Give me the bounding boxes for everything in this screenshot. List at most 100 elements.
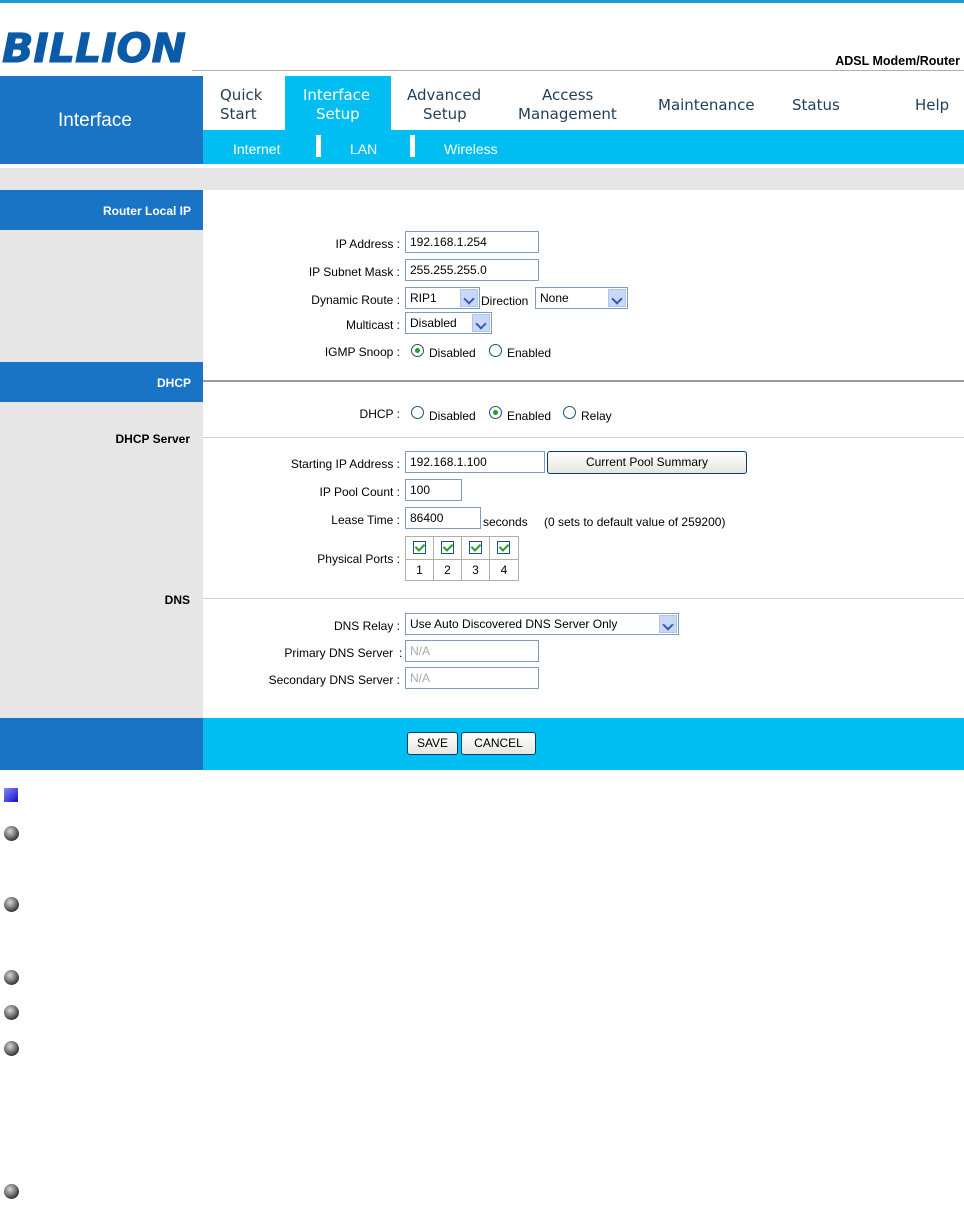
subnet-mask-label: IP Subnet Mask :: [308, 265, 400, 279]
port-3-checkbox[interactable]: [469, 541, 482, 554]
footer-left-panel: [0, 718, 203, 770]
dhcp-enabled-label: Enabled: [507, 409, 552, 423]
port-checkbox-cell: [434, 537, 462, 559]
bullet-icon: [4, 1184, 19, 1199]
port-number: 4: [490, 559, 518, 581]
starting-ip-label: Starting IP Address :: [290, 457, 400, 471]
port-checkbox-cell: [462, 537, 490, 559]
dhcp-disabled-label: Disabled: [429, 409, 476, 423]
tab-label: Quick: [220, 86, 263, 104]
igmp-enabled-label: Enabled: [507, 346, 552, 360]
subtab-lan[interactable]: LAN: [350, 141, 377, 157]
bullet-icon: [4, 826, 19, 841]
igmp-enabled-radio[interactable]: [489, 344, 502, 357]
secondary-dns-label: Secondary DNS Server :: [268, 673, 400, 687]
igmp-disabled-radio[interactable]: [411, 344, 424, 357]
save-button[interactable]: SAVE: [407, 732, 458, 755]
chevron-down-icon: [659, 615, 677, 633]
multicast-value: Disabled: [410, 316, 457, 330]
cancel-button[interactable]: CANCEL: [461, 732, 536, 755]
section-dhcp-server: DHCP Server: [115, 432, 190, 446]
tab-quick-start[interactable]: Quick Start: [203, 76, 281, 130]
tab-maintenance[interactable]: Maintenance: [652, 76, 772, 130]
top-accent-line: [0, 0, 964, 3]
tab-status[interactable]: Status: [785, 76, 855, 130]
dhcp-server-divider: [203, 437, 964, 438]
tab-advanced-setup[interactable]: Advanced Setup: [398, 76, 502, 130]
port-number: 2: [434, 559, 462, 581]
lease-time-label: Lease Time :: [331, 513, 400, 527]
igmp-disabled-label: Disabled: [429, 346, 476, 360]
direction-select[interactable]: None: [535, 287, 628, 309]
secondary-dns-input[interactable]: N/A: [405, 667, 539, 689]
tab-label: Start: [220, 105, 257, 123]
footer-action-bar: [203, 718, 964, 770]
dns-relay-select[interactable]: Use Auto Discovered DNS Server Only: [405, 613, 679, 635]
lease-time-note: (0 sets to default value of 259200): [544, 515, 726, 529]
port-number: 1: [406, 559, 434, 581]
tab-interface-setup[interactable]: Interface Setup: [285, 76, 391, 130]
current-pool-summary-button[interactable]: Current Pool Summary: [547, 451, 747, 474]
tab-label: Maintenance: [658, 96, 755, 114]
billion-logo: BILLION: [2, 26, 187, 69]
physical-ports-grid: 1 2 3 4: [405, 536, 519, 581]
tab-label: Status: [792, 96, 840, 114]
bullet-icon: [4, 897, 19, 912]
dns-relay-label: DNS Relay :: [333, 619, 400, 633]
dhcp-disabled-radio[interactable]: [411, 406, 424, 419]
multicast-label: Multicast :: [345, 318, 400, 332]
multicast-select[interactable]: Disabled: [405, 312, 492, 334]
tab-label: Interface: [303, 86, 371, 104]
starting-ip-input[interactable]: 192.168.1.100: [405, 451, 545, 473]
tab-label: Advanced: [407, 86, 482, 104]
dhcp-mode-label: DHCP :: [359, 407, 400, 421]
subnet-mask-input[interactable]: 255.255.255.0: [405, 259, 539, 281]
port-checkbox-cell: [406, 537, 434, 559]
nav-section-title: Interface: [58, 110, 132, 131]
dns-relay-value: Use Auto Discovered DNS Server Only: [410, 617, 618, 631]
bullet-icon: [4, 1041, 19, 1056]
lease-time-input[interactable]: 86400: [405, 507, 481, 529]
dns-divider: [203, 598, 964, 599]
dhcp-relay-radio[interactable]: [563, 406, 576, 419]
dhcp-enabled-radio[interactable]: [489, 406, 502, 419]
port-4-checkbox[interactable]: [497, 541, 510, 554]
chevron-down-icon: [608, 289, 626, 307]
dynamic-route-select[interactable]: RIP1: [405, 287, 480, 309]
port-number: 3: [462, 559, 490, 581]
subtab-separator: [410, 135, 415, 157]
primary-dns-input[interactable]: N/A: [405, 640, 539, 662]
chevron-down-icon: [472, 314, 490, 332]
port-2-checkbox[interactable]: [441, 541, 454, 554]
subtab-wireless[interactable]: Wireless: [444, 141, 498, 157]
dhcp-divider: [203, 380, 964, 382]
pool-count-label: IP Pool Count :: [319, 485, 401, 499]
bullet-icon: [4, 1005, 19, 1020]
port-1-checkbox[interactable]: [413, 541, 426, 554]
primary-dns-colon: :: [399, 646, 403, 660]
lease-time-unit: seconds: [483, 515, 528, 529]
dynamic-route-label: Dynamic Route :: [311, 293, 400, 307]
dhcp-relay-label: Relay: [581, 409, 612, 423]
tab-label: Access: [542, 86, 594, 104]
subtab-internet[interactable]: Internet: [233, 141, 280, 157]
tab-help[interactable]: Help: [905, 76, 960, 130]
tab-label: Setup: [316, 105, 360, 123]
blue-square-icon: [4, 788, 18, 802]
section-dhcp: DHCP: [0, 362, 203, 402]
ip-address-input[interactable]: 192.168.1.254: [405, 231, 539, 253]
tab-label: Help: [915, 96, 950, 114]
chevron-down-icon: [460, 289, 478, 307]
section-dns: DNS: [164, 593, 190, 607]
header-divider: [192, 70, 964, 71]
section-router-local-ip: Router Local IP: [0, 190, 203, 230]
tab-access-management[interactable]: Access Management: [510, 76, 638, 130]
logo-text: BILLION: [2, 26, 186, 68]
ip-address-label: IP Address :: [335, 237, 400, 251]
tab-label: Setup: [423, 105, 467, 123]
direction-label: Direction: [481, 294, 529, 308]
pool-count-input[interactable]: 100: [405, 479, 462, 501]
tab-label: Management: [518, 105, 617, 123]
port-checkbox-cell: [490, 537, 518, 559]
bullet-icon: [4, 970, 19, 985]
